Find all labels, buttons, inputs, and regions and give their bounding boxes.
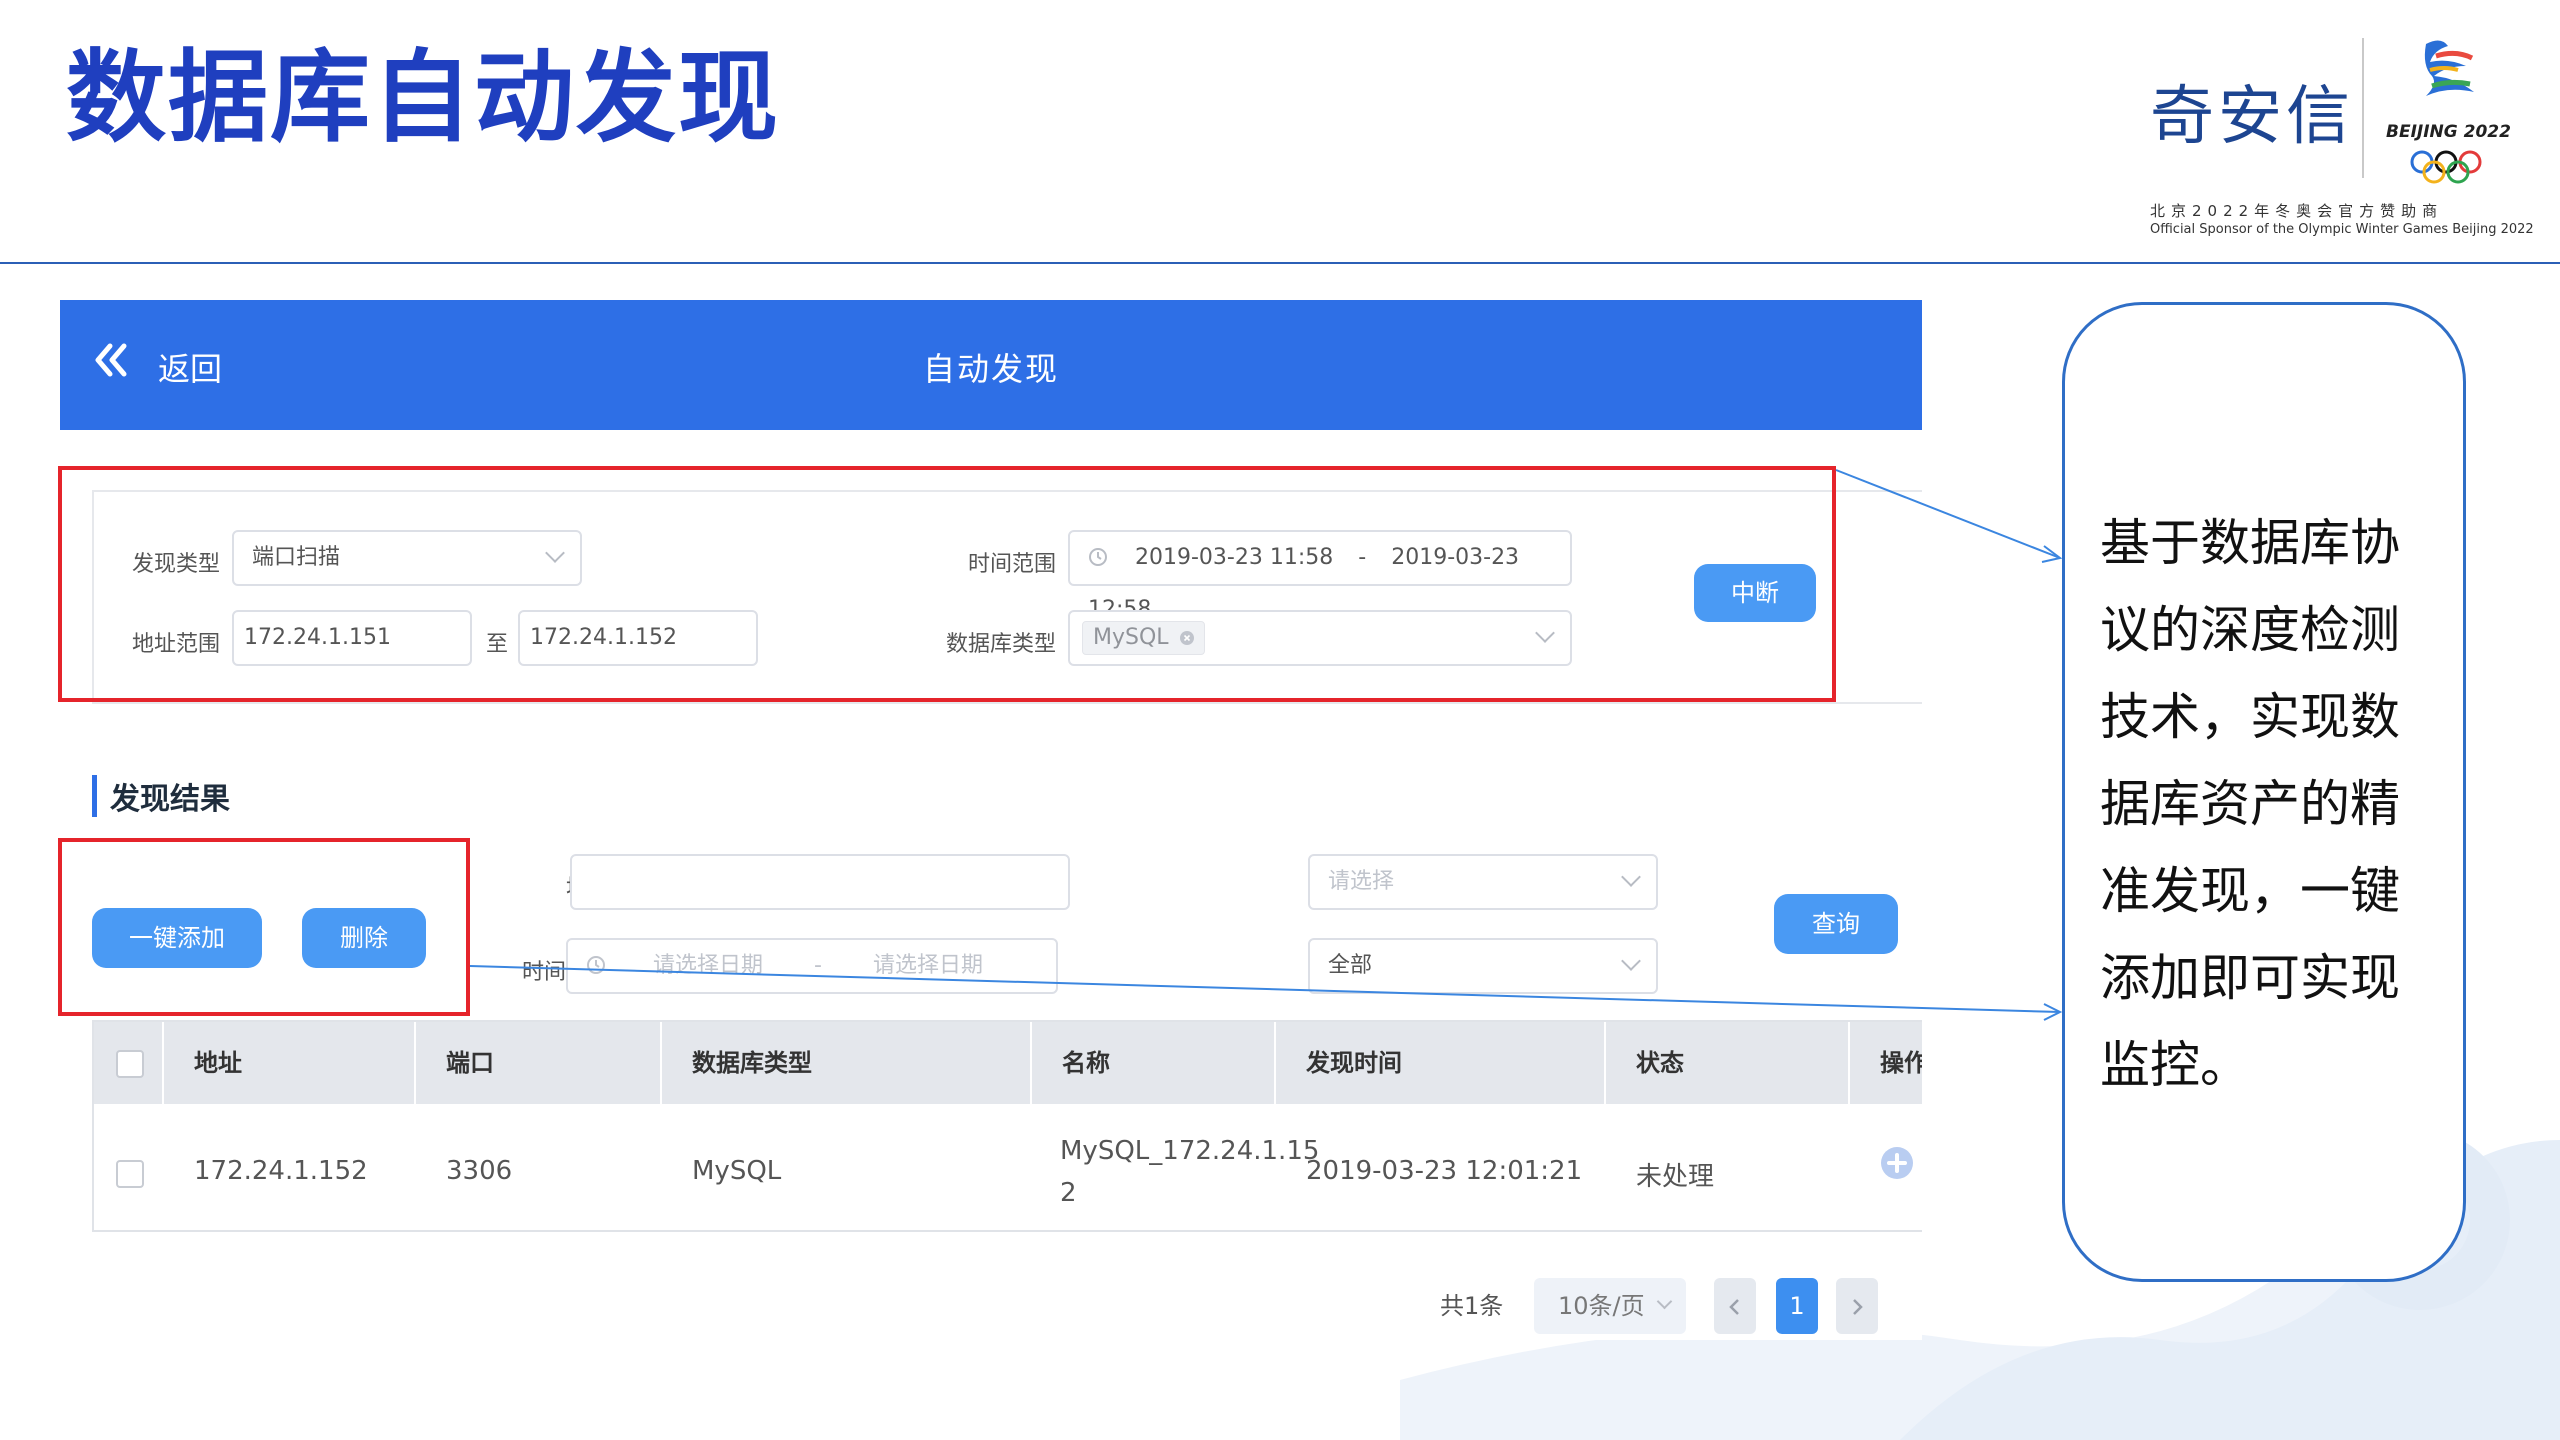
- callout-text: 基于数据库协议的深度检测技术，实现数据库资产的精准发现，一键添加即可实现监控。: [2100, 514, 2400, 1094]
